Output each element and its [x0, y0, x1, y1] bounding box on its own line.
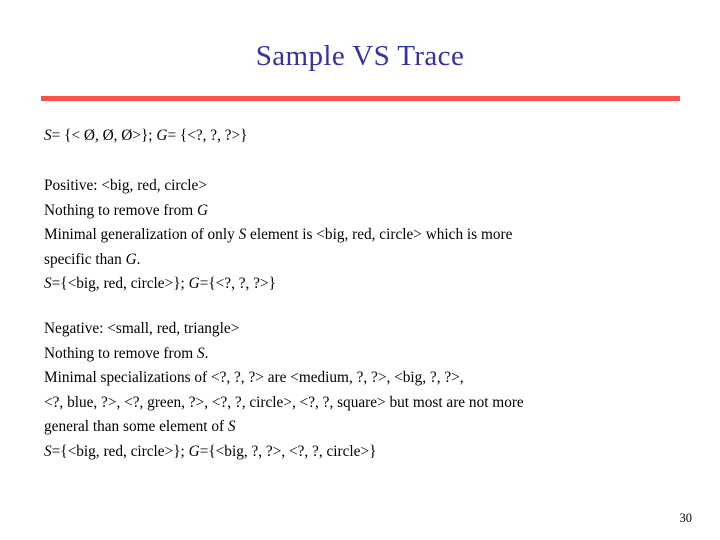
initial-state-block: S= {< Ø, Ø, Ø>}; G= {<?, ?, ?>}: [44, 124, 248, 149]
slide: Sample VS Trace S= {< Ø, Ø, Ø>}; G= {<?,…: [0, 0, 720, 540]
negative-specialization-line-3: general than some element of S: [44, 418, 236, 436]
negative-example-line: Negative: <small, red, triangle>: [44, 320, 240, 337]
negative-step-block: Negative: <small, red, triangle> Nothing…: [44, 317, 524, 465]
title-divider: [41, 96, 680, 101]
negative-specialization-line-1: Minimal specializations of <?, ?, ?> are…: [44, 369, 464, 387]
positive-result-line: S={<big, red, circle>}; G={<?, ?, ?>}: [44, 275, 276, 293]
negative-remove-line: Nothing to remove from S.: [44, 344, 209, 362]
specific-set-symbol: S: [44, 275, 52, 293]
specific-set-symbol: S: [196, 344, 205, 362]
positive-example-line: Positive: <big, red, circle>: [44, 177, 207, 194]
page-title: Sample VS Trace: [255, 40, 465, 72]
positive-remove-line: Nothing to remove from G: [44, 201, 209, 219]
negative-result-line: S={<big, red, circle>}; G={<big, ?, ?>, …: [44, 442, 377, 460]
negative-specialization-line-2: <?, blue, ?>, <?, green, ?>, <?, ?, circ…: [44, 393, 524, 411]
general-set-symbol: G: [188, 275, 200, 293]
positive-step-block: Positive: <big, red, circle> Nothing to …: [44, 174, 512, 297]
positive-generalization-line-1: Minimal generalization of only S element…: [44, 226, 513, 244]
specific-set-symbol: S: [44, 442, 52, 460]
positive-generalization-line-2: specific than G.: [44, 250, 141, 268]
general-set-symbol: G: [196, 201, 209, 219]
page-number: 30: [679, 511, 693, 525]
general-set-symbol: G: [188, 442, 200, 460]
general-set-symbol: G: [156, 127, 168, 144]
specific-set-symbol: S: [227, 418, 236, 436]
general-set-symbol: G: [125, 250, 137, 268]
specific-set-symbol: S: [238, 226, 247, 244]
initial-state-line: S= {< Ø, Ø, Ø>}; G= {<?, ?, ?>}: [44, 127, 248, 144]
specific-set-symbol: S: [44, 127, 52, 144]
